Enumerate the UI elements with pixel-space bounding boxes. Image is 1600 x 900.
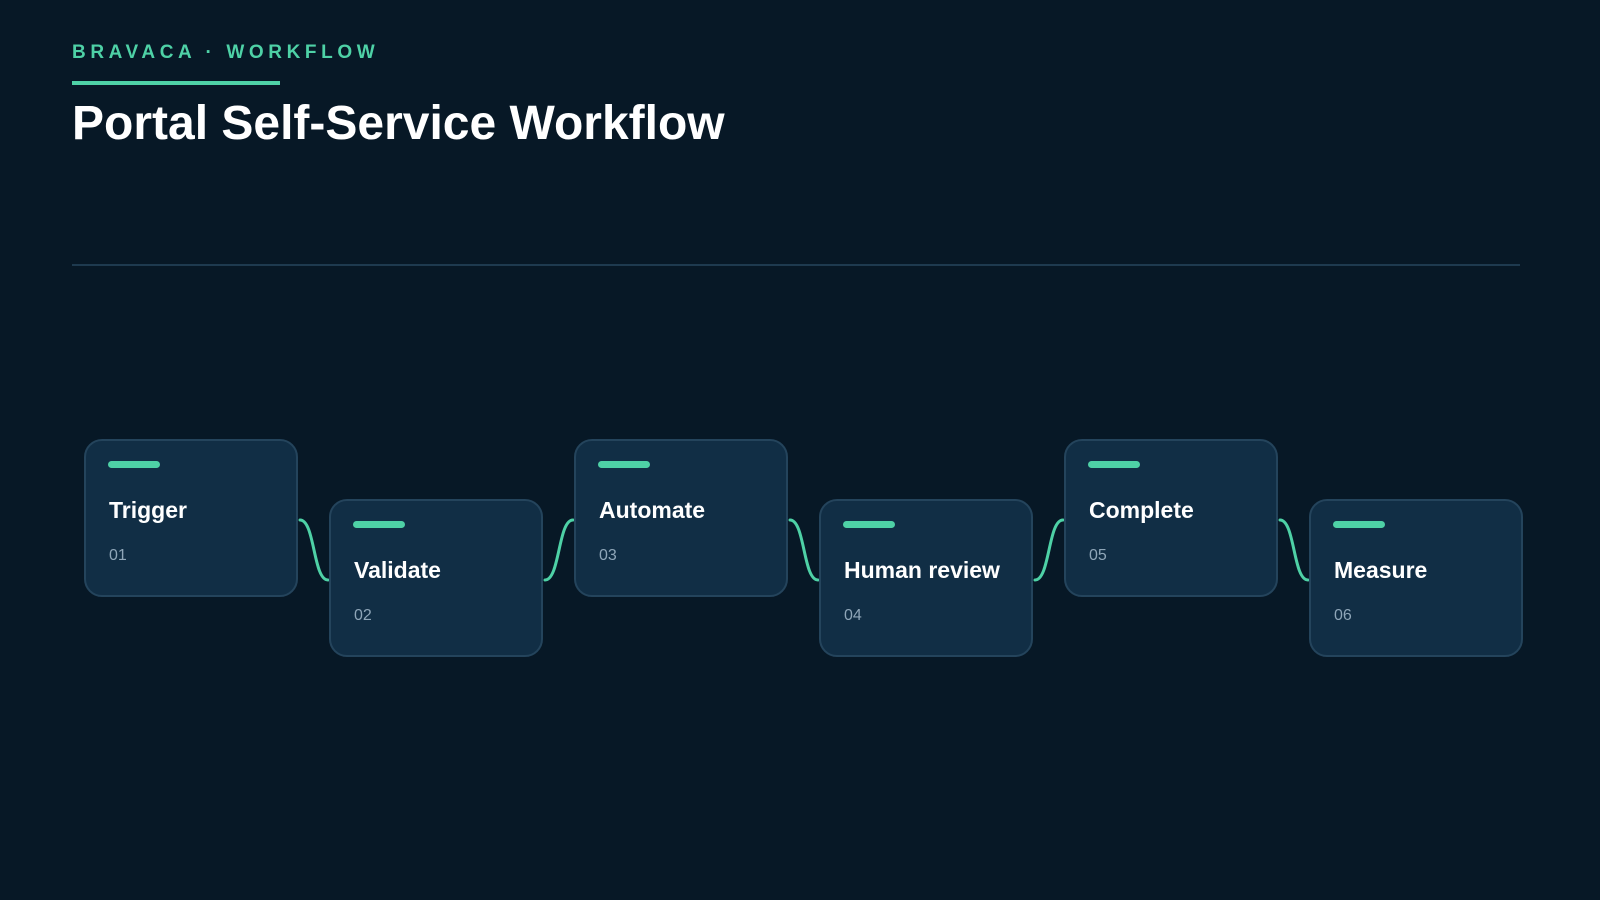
connector-4-5 [1033, 518, 1065, 582]
step-label: Human review [844, 557, 1000, 583]
step-number: 02 [354, 607, 372, 624]
card-accent-bar [1088, 461, 1140, 468]
card-accent-bar [108, 461, 160, 468]
step-card-validate[interactable]: Validate 02 [329, 499, 543, 657]
connector-1-2 [298, 518, 330, 582]
connector-5-6 [1278, 518, 1310, 582]
step-label: Complete [1089, 497, 1194, 523]
card-accent-bar [598, 461, 650, 468]
step-card-measure[interactable]: Measure 06 [1309, 499, 1523, 657]
step-number: 05 [1089, 547, 1107, 564]
step-number: 06 [1334, 607, 1352, 624]
workflow-slide: BRAVACA · WORKFLOW Portal Self-Service W… [0, 0, 1600, 900]
card-accent-bar [843, 521, 895, 528]
step-label: Automate [599, 497, 706, 523]
step-card-human-review[interactable]: Human review 04 [819, 499, 1033, 657]
step-card-trigger[interactable]: Trigger 01 [84, 439, 298, 597]
step-card-automate[interactable]: Automate 03 [574, 439, 788, 597]
step-number: 01 [109, 547, 127, 564]
page-title: Portal Self-Service Workflow [72, 97, 725, 150]
step-number: 03 [599, 547, 617, 564]
step-label: Measure [1334, 557, 1428, 583]
eyebrow-label: BRAVACA · WORKFLOW [72, 42, 380, 63]
connector-3-4 [788, 518, 820, 582]
header-divider [72, 264, 1520, 266]
step-card-complete[interactable]: Complete 05 [1064, 439, 1278, 597]
card-accent-bar [353, 521, 405, 528]
card-accent-bar [1333, 521, 1385, 528]
connector-2-3 [543, 518, 575, 582]
step-label: Validate [354, 557, 441, 583]
step-number: 04 [844, 607, 862, 624]
eyebrow-underline [72, 81, 280, 85]
step-label: Trigger [109, 497, 187, 523]
